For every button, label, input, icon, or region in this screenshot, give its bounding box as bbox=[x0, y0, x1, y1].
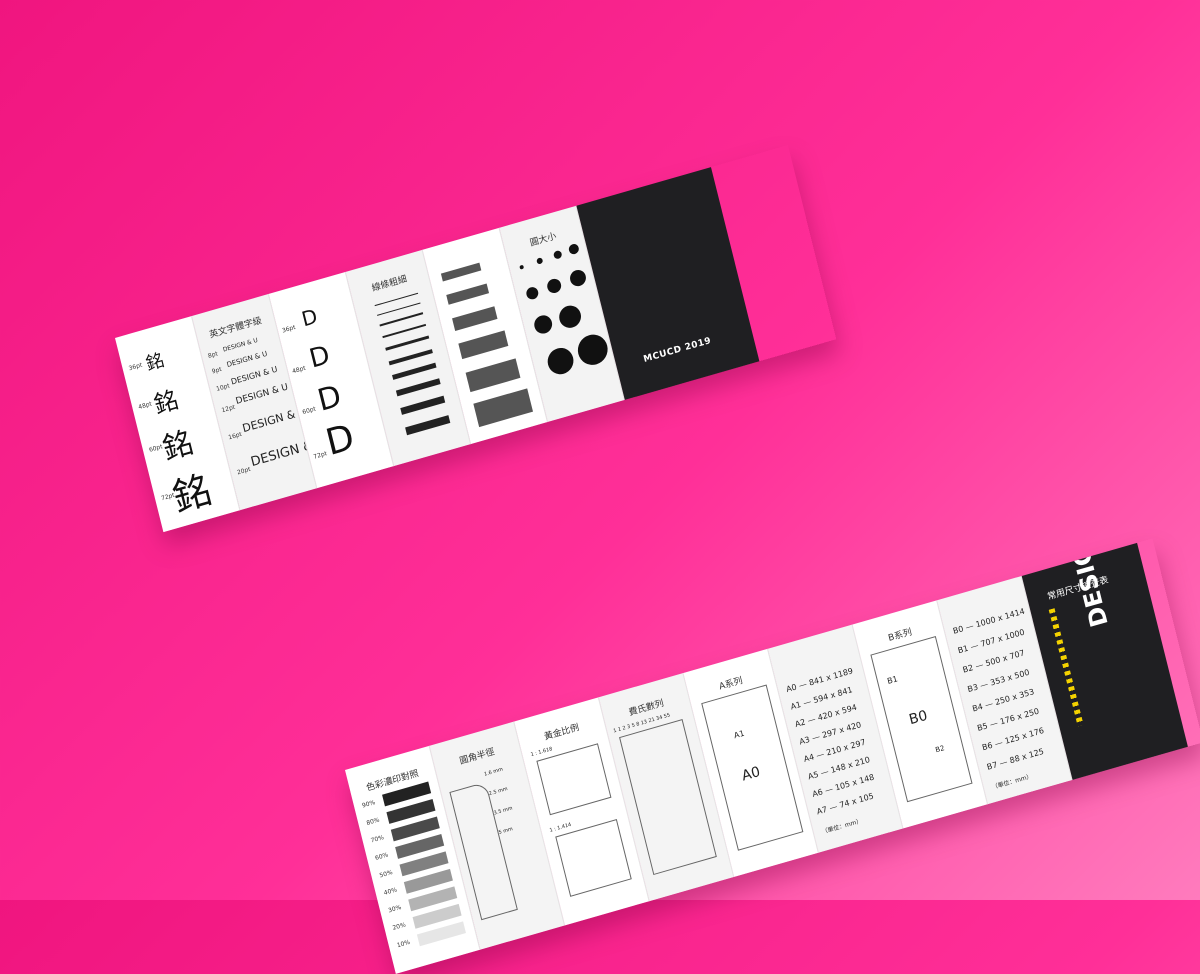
ratio-box bbox=[555, 818, 632, 897]
dot-sample bbox=[568, 268, 588, 289]
radius-label: 3.5 mm bbox=[493, 805, 514, 817]
unit-label: （單位：mm） bbox=[991, 772, 1034, 792]
dot-sample bbox=[574, 331, 611, 369]
bar-sample bbox=[452, 306, 498, 331]
percent-label: 10% bbox=[396, 938, 411, 950]
kanji-glyph: 銘 bbox=[151, 385, 182, 420]
cover-title: MCUCD 2019 bbox=[642, 335, 713, 365]
dot-sample bbox=[552, 249, 563, 260]
dot-sample bbox=[536, 257, 544, 265]
size-label: 60pt bbox=[301, 405, 317, 417]
sample-text: DESIGN & U bbox=[229, 364, 279, 387]
sample-text: DESIGN & U bbox=[234, 382, 290, 407]
dot-sample bbox=[525, 285, 540, 301]
percent-label: 90% bbox=[361, 799, 376, 810]
bar-sample bbox=[440, 262, 482, 282]
line-sample bbox=[385, 335, 430, 351]
size-label: 48pt bbox=[291, 364, 307, 376]
size-label: 72pt bbox=[312, 450, 328, 461]
size-label: 16pt bbox=[227, 430, 243, 442]
unit-label: （單位：mm） bbox=[821, 817, 863, 836]
percent-label: 40% bbox=[383, 886, 398, 897]
radius-label: 5 mm bbox=[498, 826, 514, 836]
photo-scene: 36pt 銘 48pt 銘 60pt 銘 72pt 銘 英文字體字級 8pt D… bbox=[0, 0, 1200, 974]
size-label: 20pt bbox=[236, 465, 252, 477]
size-label: 12pt bbox=[220, 403, 236, 415]
line-sample bbox=[400, 395, 446, 415]
size-label: 9pt bbox=[211, 365, 223, 376]
zigzag-accent-icon bbox=[1048, 608, 1084, 727]
kanji-glyph: 銘 bbox=[143, 349, 167, 376]
dot-sample bbox=[519, 264, 525, 270]
golden-box bbox=[536, 743, 612, 816]
dot-sample bbox=[532, 313, 555, 336]
percent-label: 70% bbox=[370, 834, 385, 845]
size-label: 36pt bbox=[281, 323, 297, 335]
percent-label: 50% bbox=[378, 868, 394, 880]
percent-label: 30% bbox=[387, 903, 403, 915]
sample-text: DESIGN & U bbox=[222, 336, 259, 354]
percent-label: 20% bbox=[391, 921, 407, 932]
size-label: 48pt bbox=[137, 400, 153, 412]
size-label: 36pt bbox=[128, 361, 143, 373]
letter-glyph: D bbox=[306, 340, 333, 375]
bar-sample bbox=[473, 388, 533, 428]
panel-title: 線條粗細 bbox=[370, 274, 408, 295]
kanji-glyph: 銘 bbox=[168, 467, 216, 521]
letter-glyph: D bbox=[299, 303, 320, 332]
line-sample bbox=[405, 415, 451, 436]
size-label: 8pt bbox=[207, 350, 219, 360]
bar-sample bbox=[446, 283, 490, 305]
brochure-bottom: 色彩濃印對照 90% 80% 70% 60% 50% 40% 30% 20% 1… bbox=[345, 538, 1200, 974]
line-sample bbox=[388, 349, 433, 366]
panel-title: 圓角半徑 bbox=[458, 747, 496, 767]
bar-sample bbox=[465, 358, 521, 393]
percent-label: 80% bbox=[365, 816, 381, 828]
line-sample bbox=[392, 362, 437, 380]
line-sample bbox=[382, 323, 427, 339]
brochure-top: 36pt 銘 48pt 銘 60pt 銘 72pt 銘 英文字體字級 8pt D… bbox=[115, 145, 836, 533]
size-label: 10pt bbox=[215, 382, 231, 393]
radius-label: 1.6 mm bbox=[483, 766, 504, 778]
line-sample bbox=[395, 378, 441, 397]
size-label: 60pt bbox=[148, 443, 164, 454]
bar-sample bbox=[458, 330, 509, 360]
line-sample bbox=[379, 312, 424, 327]
percent-label: 60% bbox=[374, 851, 389, 862]
letter-glyph: D bbox=[314, 378, 345, 419]
dot-sample bbox=[567, 242, 580, 256]
size-row: B7 — 88 x 125 bbox=[985, 746, 1045, 772]
dot-sample bbox=[544, 344, 577, 378]
dot-sample bbox=[545, 277, 563, 295]
sample-text: DESIGN & U bbox=[225, 349, 269, 370]
dot-sample bbox=[556, 303, 584, 331]
radius-label: 2.5 mm bbox=[488, 785, 509, 798]
panel-title: 英文字體字級 bbox=[208, 316, 263, 341]
